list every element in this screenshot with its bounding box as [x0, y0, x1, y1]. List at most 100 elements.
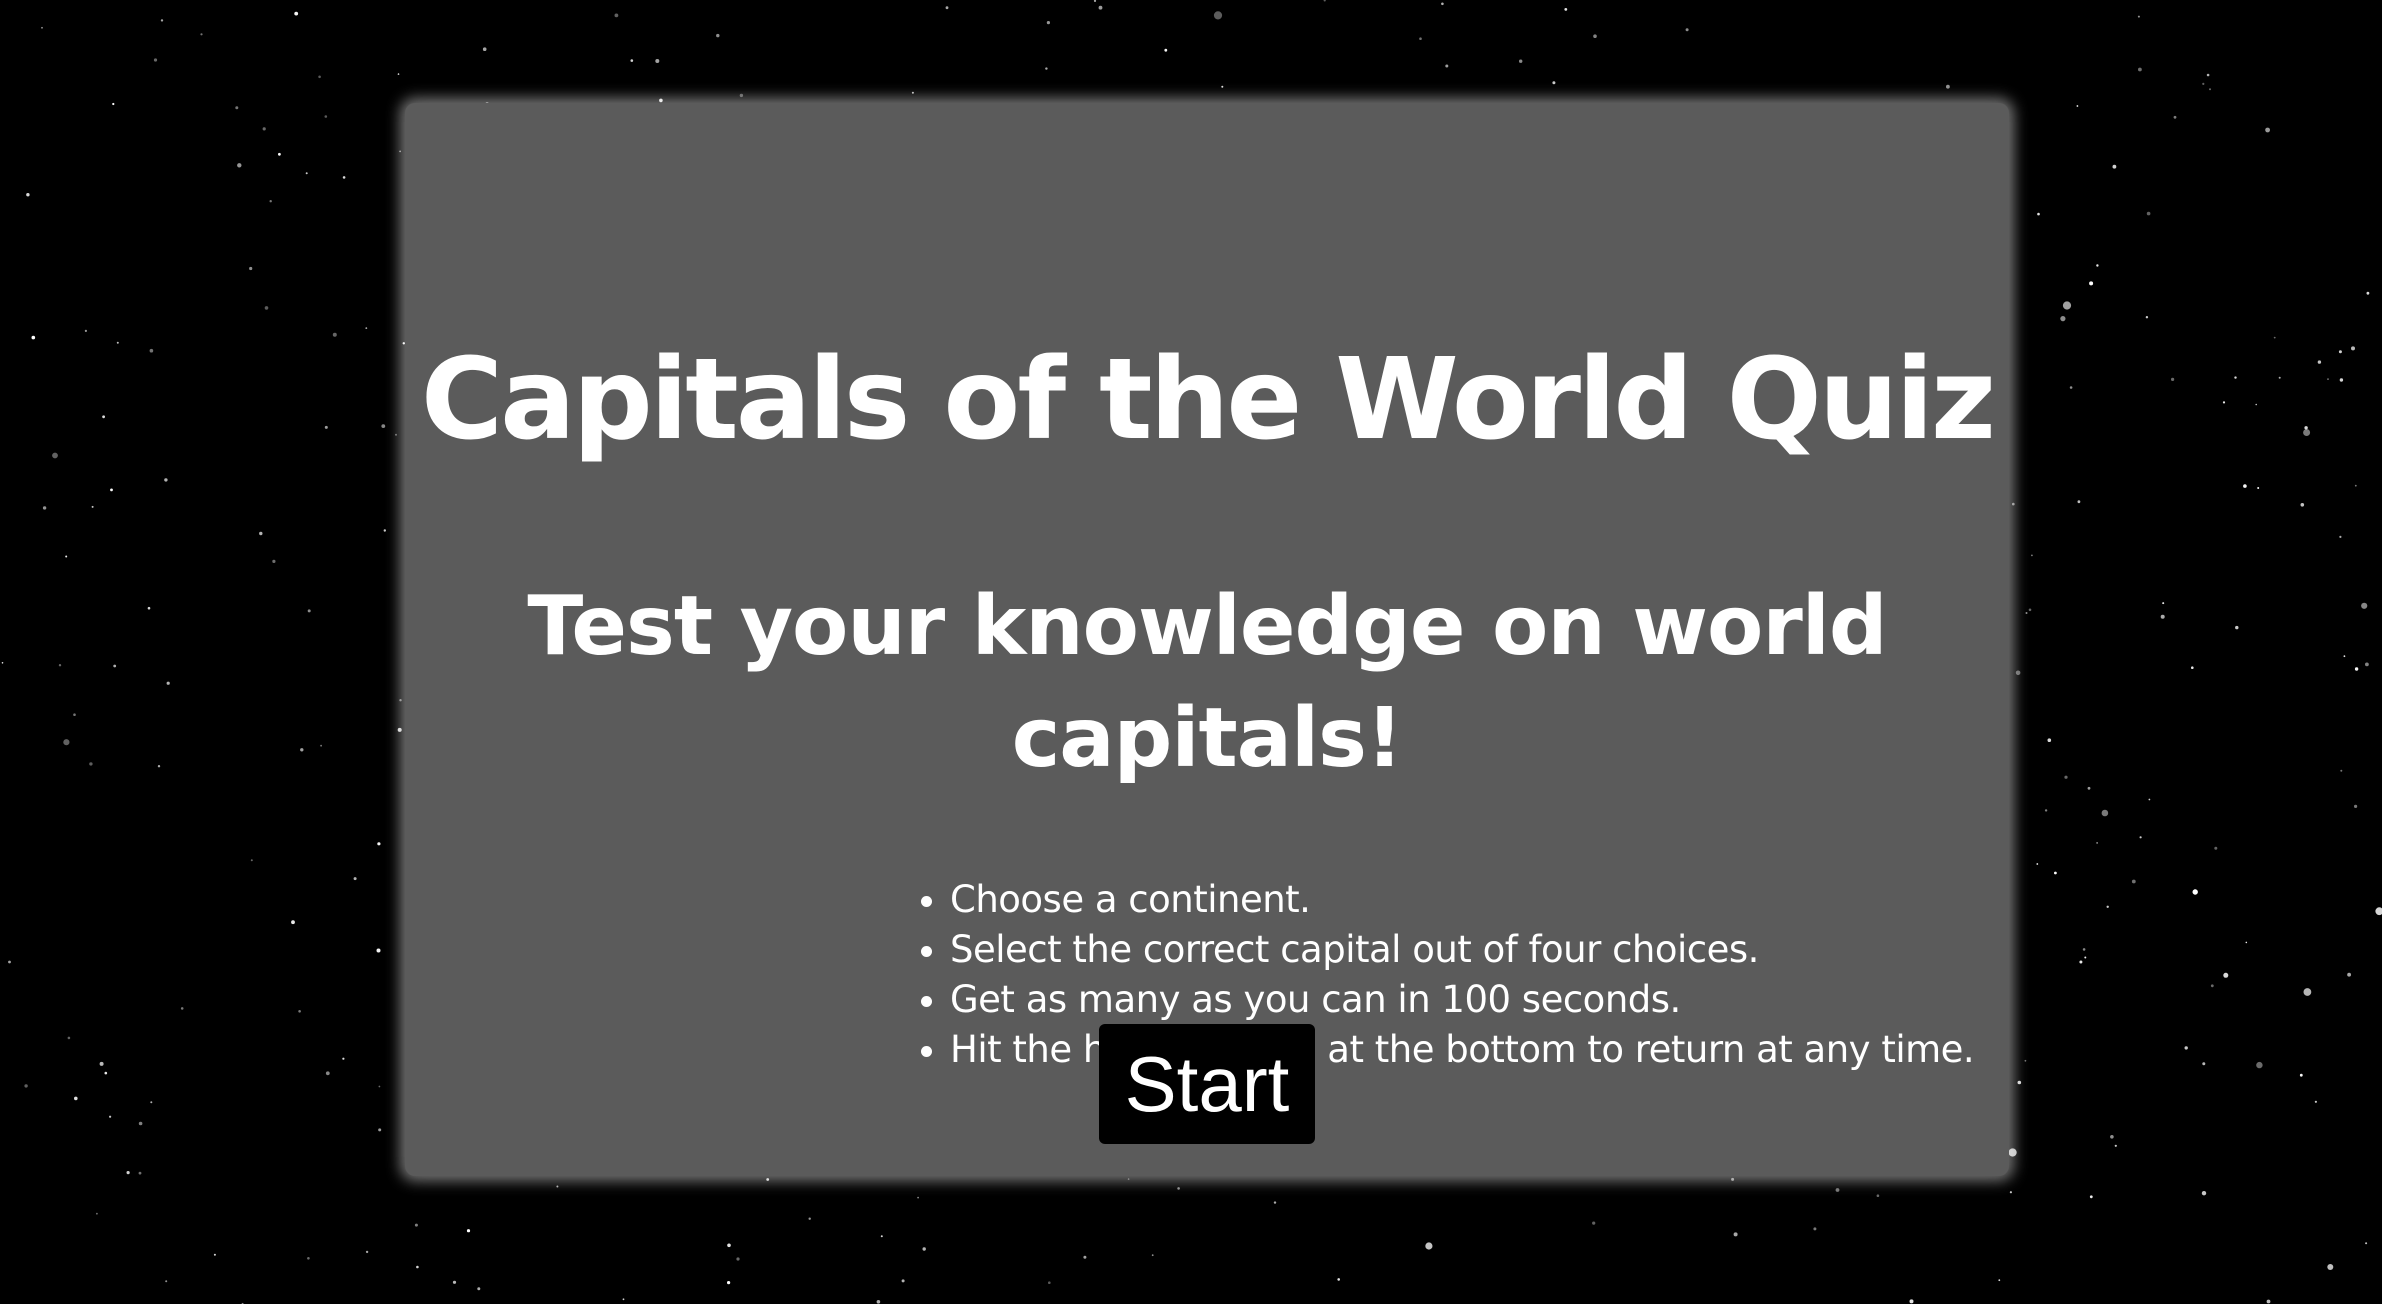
star: [2112, 164, 2117, 169]
star: [477, 1287, 481, 1291]
star: [2069, 386, 2073, 389]
star: [24, 1084, 28, 1088]
star: [2265, 127, 2271, 133]
star: [2214, 846, 2218, 850]
star: [1552, 81, 1556, 85]
start-button[interactable]: Start: [1099, 1024, 1315, 1144]
star: [766, 1178, 770, 1181]
star: [89, 762, 93, 766]
star: [2037, 212, 2040, 216]
star: [2047, 738, 2052, 742]
star: [945, 6, 949, 10]
star: [482, 47, 487, 51]
star: [2009, 1191, 2012, 1194]
star: [1593, 34, 1597, 38]
star: [2054, 871, 2057, 875]
star: [307, 1257, 310, 1260]
star: [1876, 1194, 1880, 1197]
star: [2209, 88, 2211, 91]
star: [164, 478, 168, 482]
star: [160, 19, 164, 22]
star: [2008, 1148, 2017, 1157]
star: [180, 1007, 184, 1010]
star: [716, 33, 720, 38]
star: [2017, 1080, 2022, 1085]
star: [383, 529, 386, 532]
star: [2060, 316, 2066, 322]
star: [250, 859, 253, 862]
star: [736, 1257, 740, 1261]
star: [1045, 67, 1048, 70]
star: [2303, 988, 2312, 996]
star: [269, 200, 272, 203]
star: [1337, 1278, 1340, 1281]
star: [630, 59, 634, 62]
star: [2317, 360, 2322, 364]
star: [166, 681, 170, 685]
star: [2340, 769, 2343, 772]
star: [614, 13, 619, 18]
star: [399, 699, 402, 702]
star: [2025, 612, 2028, 614]
star: [2351, 346, 2355, 351]
star: [8, 960, 11, 964]
star: [305, 172, 308, 175]
star: [42, 506, 47, 510]
star: [259, 531, 263, 536]
star: [1835, 1188, 1840, 1192]
star: [659, 98, 663, 103]
star: [1221, 85, 1224, 88]
star: [2024, 1059, 2027, 1062]
star: [2139, 836, 2142, 839]
star: [2146, 211, 2151, 216]
star: [2079, 960, 2083, 964]
star: [365, 327, 368, 329]
star: [2202, 1062, 2206, 1066]
star: [126, 1171, 130, 1175]
star: [2076, 105, 2079, 107]
star: [52, 452, 58, 459]
star: [26, 193, 30, 197]
star: [2101, 809, 2109, 817]
star: [2138, 67, 2142, 72]
star: [325, 1071, 330, 1076]
star: [2096, 264, 2099, 267]
star: [922, 1247, 926, 1251]
star: [112, 102, 115, 106]
star: [2089, 281, 2094, 286]
star: [109, 1115, 112, 1118]
star: [2064, 775, 2068, 779]
star: [324, 425, 328, 429]
star: [91, 505, 94, 508]
star: [2110, 1135, 2114, 1139]
star: [655, 59, 660, 63]
star: [2347, 972, 2352, 977]
star: [264, 306, 269, 310]
star: [880, 1235, 883, 1238]
star: [2235, 625, 2239, 630]
star: [2145, 316, 2149, 319]
star: [2028, 608, 2032, 612]
star: [138, 1171, 142, 1175]
star: [342, 1057, 345, 1060]
star: [2256, 1061, 2263, 1069]
star: [2234, 376, 2237, 379]
star: [378, 1085, 381, 1088]
star: [2084, 956, 2087, 959]
star: [2137, 15, 2140, 18]
star: [2223, 972, 2229, 978]
page-subtitle: Test your knowledge on world capitals!: [527, 579, 1887, 786]
star: [1419, 37, 1422, 40]
star: [200, 33, 203, 36]
star: [377, 842, 381, 846]
star: [300, 748, 304, 752]
star: [65, 555, 68, 558]
page-title: Capitals of the World Quiz: [420, 335, 1996, 465]
star: [353, 877, 357, 881]
star: [2361, 602, 2368, 609]
star: [307, 609, 311, 613]
star: [58, 664, 62, 667]
star: [2131, 879, 2136, 884]
star: [2304, 426, 2308, 430]
star: [2299, 1073, 2303, 1077]
